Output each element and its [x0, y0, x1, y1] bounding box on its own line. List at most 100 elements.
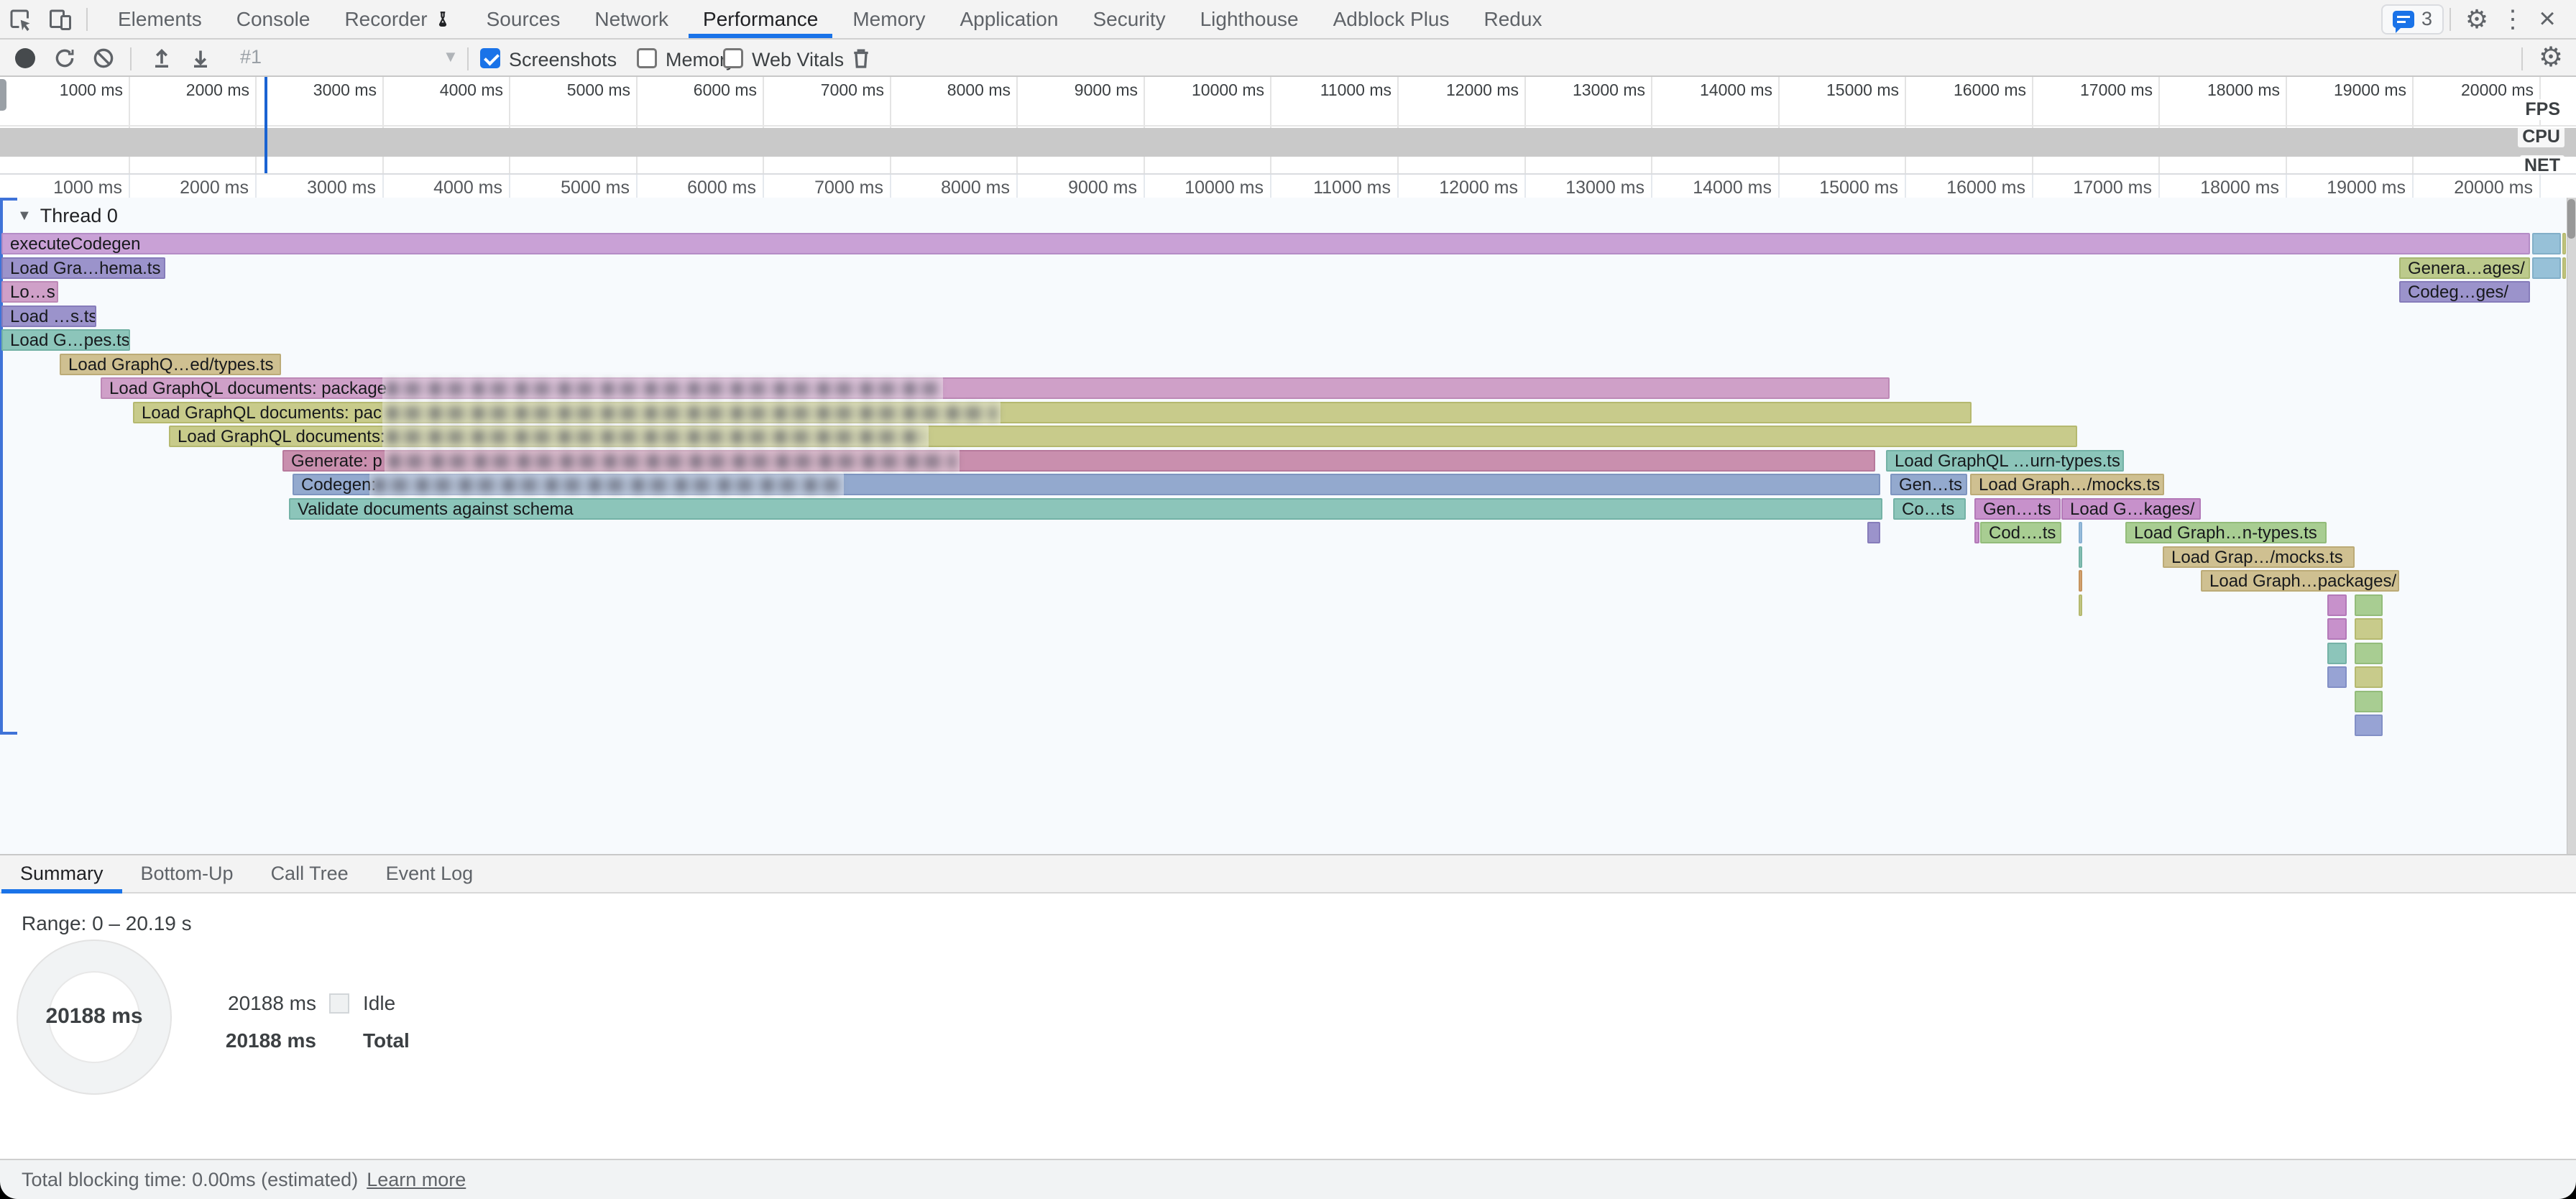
- device-toolbar-icon[interactable]: [40, 0, 80, 38]
- flame-bar[interactable]: [1974, 522, 1979, 543]
- flame-bar[interactable]: [2355, 666, 2383, 688]
- flame-bar[interactable]: [2355, 643, 2383, 664]
- flame-bar[interactable]: [2327, 618, 2347, 640]
- flame-bar-gen-ts[interactable]: Gen….ts: [1974, 498, 2061, 520]
- flame-bar-load-graph-n-types-ts[interactable]: Load Graph…n-types.ts: [2125, 522, 2327, 543]
- legend-label: Idle: [363, 992, 395, 1015]
- flame-bar[interactable]: [2327, 594, 2347, 616]
- tab-call-tree[interactable]: Call Tree: [252, 855, 367, 892]
- issues-button[interactable]: 3: [2381, 4, 2444, 35]
- flame-bar-genera-ages[interactable]: Genera…ages/: [2399, 257, 2530, 279]
- flame-bar-executecodegen[interactable]: executeCodegen: [1, 233, 2530, 254]
- legend-label: Total: [363, 1029, 410, 1052]
- flame-bar[interactable]: [2562, 257, 2566, 279]
- flame-bar[interactable]: [2532, 233, 2561, 254]
- ruler-tick-label: 14000 ms: [1693, 178, 1772, 198]
- flame-bar-validate-documents-against-schema[interactable]: Validate documents against schema: [289, 498, 1882, 520]
- tab-network[interactable]: Network: [577, 0, 686, 38]
- overview-playhead[interactable]: [264, 77, 267, 173]
- tab-lighthouse[interactable]: Lighthouse: [1183, 0, 1316, 38]
- flame-bar[interactable]: [2355, 715, 2383, 736]
- tab-bottom-up[interactable]: Bottom-Up: [122, 855, 252, 892]
- tab-performance[interactable]: Performance: [686, 0, 835, 38]
- flame-bar-load-gra-hema-ts[interactable]: Load Gra…hema.ts: [1, 257, 165, 279]
- tab-recorder[interactable]: Recorder: [327, 0, 469, 38]
- tab-sources[interactable]: Sources: [469, 0, 578, 38]
- flame-bar[interactable]: [2327, 643, 2347, 664]
- timeline-overview[interactable]: 1000 ms2000 ms3000 ms4000 ms5000 ms6000 …: [0, 77, 2576, 175]
- flame-bar[interactable]: [2079, 546, 2082, 568]
- tab-redux[interactable]: Redux: [1467, 0, 1560, 38]
- flame-bar-codegen[interactable]: Codegen:: [293, 474, 1880, 495]
- flame-bar[interactable]: [2355, 691, 2383, 712]
- kebab-menu-icon[interactable]: ⋮: [2497, 5, 2529, 34]
- tab-event-log[interactable]: Event Log: [367, 855, 492, 892]
- settings-gear-icon[interactable]: ⚙: [2457, 4, 2497, 35]
- save-profile-icon[interactable]: [188, 45, 213, 71]
- flame-bar-load-graphql-documents-pac[interactable]: Load GraphQL documents: pac: [133, 402, 1972, 423]
- flame-bar-co-ts[interactable]: Co…ts: [1893, 498, 1966, 520]
- flame-bar-load-s-ts[interactable]: Load …s.ts: [1, 306, 96, 327]
- inspect-element-icon[interactable]: [0, 0, 40, 38]
- flame-bar-load-g-kages[interactable]: Load G…kages/: [2061, 498, 2201, 520]
- toolbar-divider-3: [2521, 47, 2523, 70]
- flame-bar[interactable]: [2079, 522, 2082, 543]
- flame-bar-load-graph-packages[interactable]: Load Graph…packages/: [2201, 570, 2399, 592]
- flame-bar[interactable]: [2355, 618, 2383, 640]
- tab-summary[interactable]: Summary: [1, 855, 122, 892]
- thread-header[interactable]: ▼ Thread 0: [17, 205, 118, 227]
- checkbox-memory[interactable]: [637, 48, 657, 68]
- flame-scrollbar-thumb[interactable]: [2567, 199, 2575, 239]
- flame-bar-load-grap-mocks-ts[interactable]: Load Grap…/mocks.ts: [2163, 546, 2355, 568]
- ruler-tick-label: 13000 ms: [1565, 178, 1644, 198]
- tab-adblock-plus[interactable]: Adblock Plus: [1316, 0, 1467, 38]
- flame-bar-generate-p[interactable]: Generate: p: [282, 450, 1875, 472]
- overview-tick-label: 13000 ms: [1573, 81, 1645, 100]
- window-corner-left: [0, 1180, 19, 1199]
- flame-bar-gen-ts[interactable]: Gen…ts: [1890, 474, 1967, 495]
- record-button[interactable]: [15, 48, 35, 68]
- close-devtools-icon[interactable]: ×: [2529, 3, 2566, 35]
- ruler-tick-label: 1000 ms: [53, 178, 122, 198]
- reload-and-record-icon[interactable]: [52, 46, 77, 70]
- flame-bar[interactable]: [2327, 666, 2347, 688]
- flame-bar-lo-s[interactable]: Lo…s: [1, 281, 58, 303]
- ruler-tick-label: 5000 ms: [561, 178, 630, 198]
- tab-console[interactable]: Console: [219, 0, 328, 38]
- checkbox-label-screenshots[interactable]: Screenshots: [509, 49, 617, 71]
- flame-bar-load-graphq-ed-types-ts[interactable]: Load GraphQ…ed/types.ts: [60, 354, 281, 375]
- overview-left-handle[interactable]: [0, 79, 6, 111]
- history-dropdown-caret-icon[interactable]: ▼: [443, 47, 459, 66]
- flame-bar[interactable]: [2562, 233, 2566, 254]
- flame-bar[interactable]: [1867, 522, 1880, 543]
- toolbar-checkboxes: ScreenshotsMemoryWeb Vitals: [0, 40, 2576, 60]
- flame-bar-load-graph-mocks-ts[interactable]: Load Graph…/mocks.ts: [1970, 474, 2164, 495]
- tab-security[interactable]: Security: [1075, 0, 1182, 38]
- checkbox-screenshots[interactable]: [480, 48, 500, 68]
- checkbox-label-web-vitals[interactable]: Web Vitals: [752, 49, 844, 71]
- flame-bar-load-graphql-documents-package[interactable]: Load GraphQL documents: package: [101, 377, 1890, 399]
- flame-bar-codeg-ges[interactable]: Codeg…ges/: [2399, 281, 2530, 303]
- flame-bar-load-graphql-documents[interactable]: Load GraphQL documents:: [169, 426, 2077, 447]
- delete-recording-icon[interactable]: [848, 45, 874, 71]
- flame-bar[interactable]: [2079, 570, 2082, 592]
- learn-more-link[interactable]: Learn more: [367, 1169, 466, 1191]
- overview-tick-label: 19000 ms: [2334, 81, 2406, 100]
- checkbox-web-vitals[interactable]: [723, 48, 743, 68]
- flame-bar-cod-ts[interactable]: Cod….ts: [1980, 522, 2061, 543]
- history-selector[interactable]: #1: [240, 46, 262, 68]
- flame-bar[interactable]: [2355, 594, 2383, 616]
- flame-chart[interactable]: ▼ Thread 0 executeCodegen Load Gra…hema.t…: [0, 198, 2576, 854]
- flame-bar[interactable]: [2079, 594, 2082, 616]
- flame-bar-load-g-pes-ts[interactable]: Load G…pes.ts: [1, 329, 130, 351]
- tab-memory[interactable]: Memory: [835, 0, 942, 38]
- tab-application[interactable]: Application: [942, 0, 1075, 38]
- load-profile-icon[interactable]: [149, 45, 175, 71]
- clear-recording-icon[interactable]: [91, 46, 116, 70]
- flame-bar-label: Load Gra…hema.ts: [3, 259, 164, 278]
- capture-settings-gear-icon[interactable]: ⚙: [2539, 41, 2563, 73]
- tab-elements[interactable]: Elements: [101, 0, 219, 38]
- flame-scrollbar-track[interactable]: [2567, 198, 2576, 854]
- flame-bar-load-graphql-urn-types-ts[interactable]: Load GraphQL …urn-types.ts: [1886, 450, 2124, 472]
- flame-bar[interactable]: [2532, 257, 2561, 279]
